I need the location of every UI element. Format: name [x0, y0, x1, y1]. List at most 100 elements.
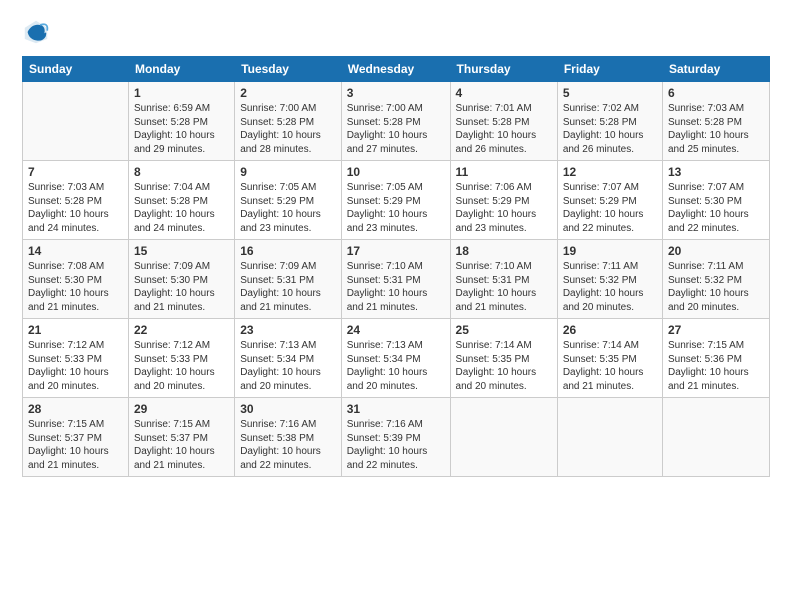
day-cell-17: 17Sunrise: 7:10 AM Sunset: 5:31 PM Dayli…: [341, 240, 450, 319]
day-number: 26: [563, 323, 657, 337]
day-cell-13: 13 Sunrise: 7:07 AM Sunset: 5:30 PM Dayli…: [662, 161, 769, 240]
day-number: 5: [563, 86, 657, 100]
week-row-3: 14 Sunrise: 7:08 AM Sunset: 5:30 PM Dayli…: [23, 240, 770, 319]
empty-cell: [450, 398, 557, 477]
day-info: Sunrise: 7:12 AM Sunset: 5:33 PM Dayligh…: [28, 339, 123, 393]
day-info: Sunrise: 7:11 AM Sunset: 5:32 PM Dayligh…: [668, 260, 764, 314]
day-info: Sunrise: 7:06 AM Sunset: 5:29 PM Dayligh…: [456, 181, 552, 235]
day-cell-18: 18 Sunrise: 7:10 AM Sunset: 5:31 PM Dayli…: [450, 240, 557, 319]
week-row-2: 7 Sunrise: 7:03 AM Sunset: 5:28 PM Daylig…: [23, 161, 770, 240]
day-cell-11: 11 Sunrise: 7:06 AM Sunset: 5:29 PM Dayli…: [450, 161, 557, 240]
day-number: 3: [347, 86, 445, 100]
day-info: Sunrise: 7:15 AM Sunset: 5:37 PM Dayligh…: [28, 418, 123, 472]
day-number: 16: [240, 244, 336, 258]
day-number: 2: [240, 86, 336, 100]
day-cell-20: 20 Sunrise: 7:11 AM Sunset: 5:32 PM Dayli…: [662, 240, 769, 319]
day-number: 24: [347, 323, 445, 337]
day-info: Sunrise: 7:08 AM Sunset: 5:30 PM Dayligh…: [28, 260, 123, 314]
empty-cell: [23, 82, 129, 161]
day-cell-1: 1 Sunrise: 6:59 AM Sunset: 5:28 PM Daylig…: [128, 82, 234, 161]
day-number: 1: [134, 86, 229, 100]
day-cell-5: 5 Sunrise: 7:02 AM Sunset: 5:28 PM Daylig…: [557, 82, 662, 161]
day-info: Sunrise: 7:09 AM Sunset: 5:31 PM Dayligh…: [240, 260, 336, 314]
day-number: 9: [240, 165, 336, 179]
day-number: 19: [563, 244, 657, 258]
day-number: 21: [28, 323, 123, 337]
day-info: Sunrise: 7:13 AM Sunset: 5:34 PM Dayligh…: [240, 339, 336, 393]
day-info: Sunrise: 7:09 AM Sunset: 5:30 PM Dayligh…: [134, 260, 229, 314]
day-cell-22: 22 Sunrise: 7:12 AM Sunset: 5:33 PM Dayli…: [128, 319, 234, 398]
page: SundayMondayTuesdayWednesdayThursdayFrid…: [0, 0, 792, 612]
day-number: 13: [668, 165, 764, 179]
weekday-header-row: SundayMondayTuesdayWednesdayThursdayFrid…: [23, 57, 770, 82]
day-number: 28: [28, 402, 123, 416]
empty-cell: [557, 398, 662, 477]
day-cell-7: 7 Sunrise: 7:03 AM Sunset: 5:28 PM Daylig…: [23, 161, 129, 240]
day-cell-25: 25Sunrise: 7:14 AM Sunset: 5:35 PM Dayli…: [450, 319, 557, 398]
day-info: Sunrise: 7:04 AM Sunset: 5:28 PM Dayligh…: [134, 181, 229, 235]
day-number: 23: [240, 323, 336, 337]
day-info: Sunrise: 7:07 AM Sunset: 5:29 PM Dayligh…: [563, 181, 657, 235]
day-cell-9: 9 Sunrise: 7:05 AM Sunset: 5:29 PM Daylig…: [235, 161, 342, 240]
day-info: Sunrise: 7:00 AM Sunset: 5:28 PM Dayligh…: [240, 102, 336, 156]
day-info: Sunrise: 6:59 AM Sunset: 5:28 PM Dayligh…: [134, 102, 229, 156]
day-cell-28: 28 Sunrise: 7:15 AM Sunset: 5:37 PM Dayli…: [23, 398, 129, 477]
day-number: 11: [456, 165, 552, 179]
logo: [22, 18, 56, 46]
day-info: Sunrise: 7:16 AM Sunset: 5:38 PM Dayligh…: [240, 418, 336, 472]
day-number: 31: [347, 402, 445, 416]
weekday-header-wednesday: Wednesday: [341, 57, 450, 82]
day-info: Sunrise: 7:00 AM Sunset: 5:28 PM Dayligh…: [347, 102, 445, 156]
day-number: 25: [456, 323, 552, 337]
day-number: 7: [28, 165, 123, 179]
calendar-table: SundayMondayTuesdayWednesdayThursdayFrid…: [22, 56, 770, 477]
day-info: Sunrise: 7:03 AM Sunset: 5:28 PM Dayligh…: [668, 102, 764, 156]
day-cell-15: 15 Sunrise: 7:09 AM Sunset: 5:30 PM Dayli…: [128, 240, 234, 319]
weekday-header-saturday: Saturday: [662, 57, 769, 82]
day-info: Sunrise: 7:15 AM Sunset: 5:36 PM Dayligh…: [668, 339, 764, 393]
day-cell-26: 26Sunrise: 7:14 AM Sunset: 5:35 PM Dayli…: [557, 319, 662, 398]
day-cell-27: 27 Sunrise: 7:15 AM Sunset: 5:36 PM Dayli…: [662, 319, 769, 398]
day-number: 8: [134, 165, 229, 179]
day-number: 20: [668, 244, 764, 258]
weekday-header-friday: Friday: [557, 57, 662, 82]
day-number: 27: [668, 323, 764, 337]
day-cell-24: 24 Sunrise: 7:13 AM Sunset: 5:34 PM Dayli…: [341, 319, 450, 398]
day-info: Sunrise: 7:11 AM Sunset: 5:32 PM Dayligh…: [563, 260, 657, 314]
day-info: Sunrise: 7:15 AM Sunset: 5:37 PM Dayligh…: [134, 418, 229, 472]
day-number: 22: [134, 323, 229, 337]
week-row-1: 1 Sunrise: 6:59 AM Sunset: 5:28 PM Daylig…: [23, 82, 770, 161]
day-number: 6: [668, 86, 764, 100]
day-number: 4: [456, 86, 552, 100]
day-cell-12: 12 Sunrise: 7:07 AM Sunset: 5:29 PM Dayli…: [557, 161, 662, 240]
weekday-header-tuesday: Tuesday: [235, 57, 342, 82]
logo-icon: [22, 18, 50, 46]
day-info: Sunrise: 7:05 AM Sunset: 5:29 PM Dayligh…: [240, 181, 336, 235]
day-cell-8: 8 Sunrise: 7:04 AM Sunset: 5:28 PM Daylig…: [128, 161, 234, 240]
day-cell-23: 23 Sunrise: 7:13 AM Sunset: 5:34 PM Dayli…: [235, 319, 342, 398]
day-cell-21: 21 Sunrise: 7:12 AM Sunset: 5:33 PM Dayli…: [23, 319, 129, 398]
day-number: 14: [28, 244, 123, 258]
day-cell-16: 16 Sunrise: 7:09 AM Sunset: 5:31 PM Dayli…: [235, 240, 342, 319]
day-number: 10: [347, 165, 445, 179]
day-info: Sunrise: 7:05 AM Sunset: 5:29 PM Dayligh…: [347, 181, 445, 235]
day-cell-6: 6 Sunrise: 7:03 AM Sunset: 5:28 PM Daylig…: [662, 82, 769, 161]
day-cell-4: 4Sunrise: 7:01 AM Sunset: 5:28 PM Daylig…: [450, 82, 557, 161]
day-info: Sunrise: 7:12 AM Sunset: 5:33 PM Dayligh…: [134, 339, 229, 393]
day-cell-31: 31 Sunrise: 7:16 AM Sunset: 5:39 PM Dayli…: [341, 398, 450, 477]
day-info: Sunrise: 7:02 AM Sunset: 5:28 PM Dayligh…: [563, 102, 657, 156]
day-info: Sunrise: 7:16 AM Sunset: 5:39 PM Dayligh…: [347, 418, 445, 472]
day-cell-30: 30Sunrise: 7:16 AM Sunset: 5:38 PM Dayli…: [235, 398, 342, 477]
day-cell-3: 3 Sunrise: 7:00 AM Sunset: 5:28 PM Daylig…: [341, 82, 450, 161]
day-info: Sunrise: 7:03 AM Sunset: 5:28 PM Dayligh…: [28, 181, 123, 235]
day-info: Sunrise: 7:13 AM Sunset: 5:34 PM Dayligh…: [347, 339, 445, 393]
day-number: 12: [563, 165, 657, 179]
weekday-header-monday: Monday: [128, 57, 234, 82]
day-info: Sunrise: 7:10 AM Sunset: 5:31 PM Dayligh…: [347, 260, 445, 314]
day-info: Sunrise: 7:10 AM Sunset: 5:31 PM Dayligh…: [456, 260, 552, 314]
day-number: 15: [134, 244, 229, 258]
header: [22, 18, 770, 46]
day-number: 29: [134, 402, 229, 416]
day-info: Sunrise: 7:07 AM Sunset: 5:30 PM Dayligh…: [668, 181, 764, 235]
day-number: 18: [456, 244, 552, 258]
